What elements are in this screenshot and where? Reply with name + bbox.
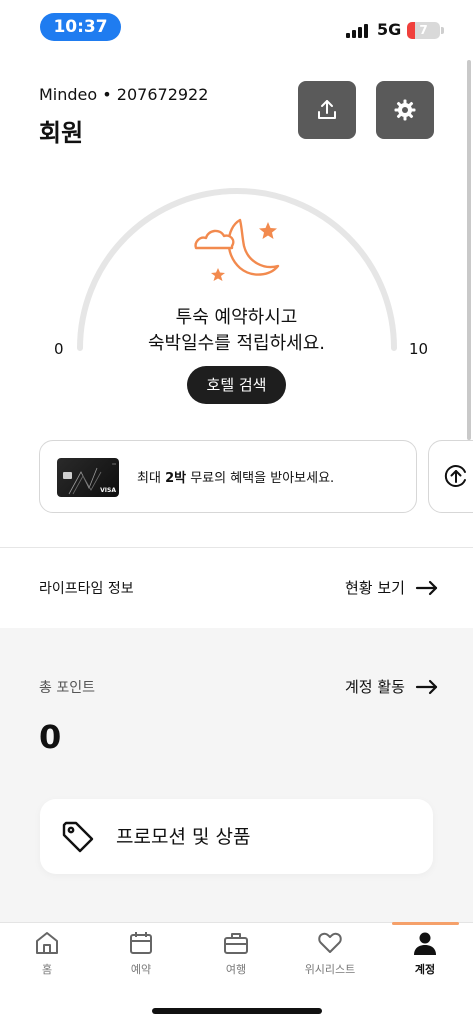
credit-card-image: ▭ VISA [57,458,119,497]
gauge-message-line1: 투숙 예약하시고 [175,307,298,328]
tab-home-label: 홈 [41,963,53,976]
battery-tip [441,27,444,34]
tab-trips[interactable]: 여행 [191,930,281,977]
tag-icon [62,821,94,853]
promotions-label: 프로모션 및 상품 [116,826,251,848]
member-info: Mindeo • 207672922 [39,85,209,104]
points-section [0,628,473,928]
active-tab-indicator [392,922,459,925]
home-indicator[interactable] [152,1008,322,1014]
lifetime-link-label: 현황 보기 [345,579,405,597]
promo-banner-text: 최대 2박 무료의 혜택을 받아보세요. [137,467,334,486]
lifetime-label: 라이프타임 정보 [39,581,134,597]
tab-reservations[interactable]: 예약 [96,930,186,977]
share-icon [318,100,336,119]
lifetime-link[interactable]: 현황 보기 [345,577,439,598]
share-button[interactable] [298,81,356,139]
section-divider [0,547,473,548]
promo-text-after: 무료의 혜택을 받아보세요. [186,471,335,486]
settings-button[interactable] [376,81,434,139]
heart-icon [318,932,342,953]
tab-wishlist-label: 위시리스트 [304,963,356,976]
points-value: 0 [39,718,62,756]
home-icon [36,932,58,954]
promo-text-bold: 2박 [165,471,187,486]
account-activity-label: 계정 활동 [345,678,405,696]
hotel-search-button[interactable]: 호텔 검색 [187,366,286,404]
tab-trips-label: 여행 [225,963,247,976]
battery-level: 7 [419,23,428,37]
gauge-min-label: 0 [54,340,64,358]
network-label: 5G [377,20,402,39]
status-time: 10:37 [40,13,121,41]
calendar-icon [130,932,152,954]
page-title: 회원 [39,119,84,147]
battery-icon: 7 [407,22,440,39]
points-label: 총 포인트 [39,680,95,696]
visa-logo: VISA [100,487,116,494]
upgrade-circle-icon [444,465,466,487]
tab-home[interactable]: 홈 [2,930,92,977]
tab-account-label: 계정 [414,963,436,976]
scrollbar[interactable] [467,60,471,440]
gauge-message-line2: 숙박일수를 적립하세요. [147,333,326,354]
promo-text-before: 최대 [137,471,166,486]
tab-wishlist[interactable]: 위시리스트 [285,930,375,977]
user-icon [414,932,436,955]
gauge-max-label: 10 [409,340,429,358]
arrow-right-icon [415,679,438,694]
gear-icon [394,99,416,121]
moon-stars-icon [194,218,280,281]
tab-account[interactable]: 계정 [380,930,470,977]
card-brand-mark: ▭ [112,461,116,466]
gauge-message: 투숙 예약하시고 숙박일수를 적립하세요. [120,305,353,357]
tab-reservations-label: 예약 [130,963,152,976]
briefcase-icon [224,933,248,954]
arrow-right-icon [415,580,438,595]
account-activity-link[interactable]: 계정 활동 [345,676,439,697]
signal-icon [346,24,368,38]
